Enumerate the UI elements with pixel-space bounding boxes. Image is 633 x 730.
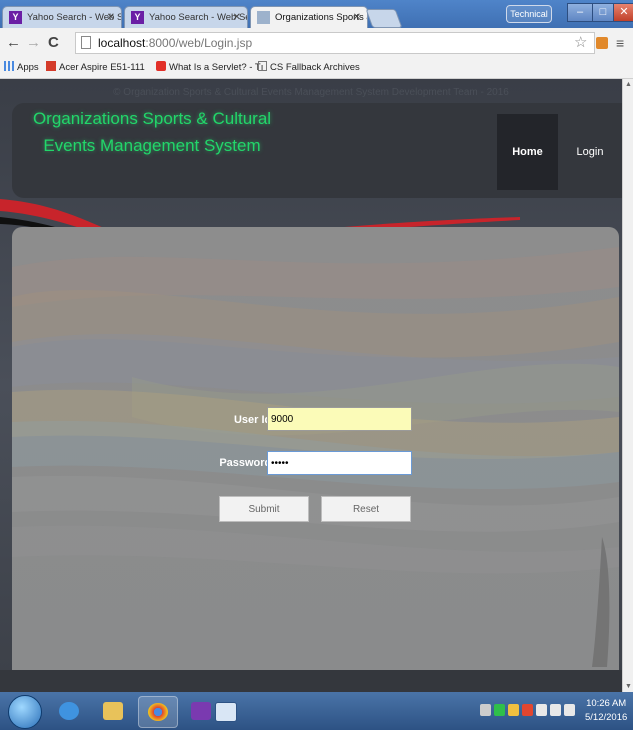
bookmark-cs-fallback[interactable]: CS Fallback Archives [258, 61, 360, 73]
submit-button[interactable]: Submit [219, 496, 309, 522]
footer-text: © Organization Sports & Cultural Events … [113, 87, 509, 98]
tray-icon[interactable] [522, 704, 533, 716]
browser-tab-strip: Y Yahoo Search - Web Sear ✕ Y Yahoo Sear… [0, 0, 633, 28]
volume-icon[interactable] [564, 704, 575, 716]
yahoo-icon: Y [131, 11, 144, 24]
internet-explorer-taskbar-icon[interactable] [50, 696, 88, 726]
bookmark-servlet[interactable]: What Is a Servlet? - Tı [156, 61, 263, 73]
background-waves [12, 247, 619, 667]
site-title-line1: Organizations Sports & Cultural [32, 109, 272, 128]
close-window-icon[interactable]: ✕ [613, 3, 633, 22]
page-favicon [257, 11, 270, 24]
extension-icon[interactable] [596, 37, 608, 49]
tab-organizations-sports[interactable]: Organizations Sports & C ✕ [250, 6, 368, 28]
reset-button[interactable]: Reset [321, 496, 411, 522]
sd-icon [46, 61, 56, 71]
back-arrow-icon[interactable]: ← [6, 34, 21, 52]
password-label: Password : [219, 457, 278, 469]
password-input[interactable] [267, 451, 412, 475]
profile-button[interactable]: Technical [506, 5, 552, 23]
clock-time: 10:26 AM [586, 698, 627, 709]
system-clock[interactable]: 10:26 AM 5/12/2016 [585, 697, 627, 725]
page-scrollbar[interactable]: ▲ ▼ [622, 79, 633, 692]
reload-icon[interactable]: C [48, 34, 59, 52]
bookmark-acer-aspire[interactable]: Acer Aspire E51-111 [46, 61, 145, 73]
address-url: localhost:8000/web/Login.jsp [98, 36, 253, 50]
bookmark-star-icon[interactable]: ☆ [574, 33, 587, 51]
login-panel [12, 227, 619, 670]
bookmarks-bar: Apps Acer Aspire E51-111 What Is a Servl… [0, 58, 633, 79]
tray-icon[interactable] [508, 704, 519, 716]
user-id-input[interactable] [267, 407, 412, 431]
close-tab-icon[interactable]: ✕ [353, 7, 361, 28]
nav-home-link[interactable]: Home [497, 114, 558, 190]
scroll-up-icon[interactable]: ▲ [625, 81, 632, 88]
page-viewport: Organizations Sports & Cultural Events M… [0, 79, 622, 692]
start-button[interactable] [8, 695, 42, 729]
bookmark-apps[interactable]: Apps [4, 61, 39, 73]
oracle-icon [156, 61, 166, 71]
apps-grid-icon [4, 61, 14, 71]
maximize-icon[interactable]: □ [592, 3, 614, 22]
yahoo-icon: Y [9, 11, 22, 24]
chrome-menu-icon[interactable]: ≡ [616, 35, 624, 51]
site-title: Organizations Sports & Cultural Events M… [22, 105, 282, 159]
tray-check-icon[interactable] [494, 704, 505, 716]
minimize-icon[interactable]: – [567, 3, 593, 22]
close-tab-icon[interactable]: ✕ [233, 7, 241, 28]
page-icon [258, 61, 267, 71]
flag-icon[interactable] [550, 704, 561, 716]
forward-arrow-icon[interactable]: → [26, 34, 41, 52]
scroll-down-icon[interactable]: ▼ [625, 683, 632, 690]
page-icon [81, 36, 91, 49]
site-title-line2: Events Management System [43, 136, 261, 155]
new-tab-button[interactable] [365, 9, 403, 28]
network-icon[interactable] [536, 704, 547, 716]
tray-icon[interactable] [480, 704, 491, 716]
user-id-label: User Id : [233, 414, 278, 426]
address-bar[interactable]: localhost:8000/web/Login.jsp [75, 32, 595, 54]
tab-yahoo-search-2[interactable]: Y Yahoo Search - Web Sear ✕ [124, 6, 248, 28]
clock-date: 5/12/2016 [585, 712, 628, 723]
tab-yahoo-search-1[interactable]: Y Yahoo Search - Web Sear ✕ [2, 6, 122, 28]
nav-login-link[interactable]: Login [566, 114, 614, 190]
file-explorer-taskbar-icon[interactable] [94, 696, 132, 726]
browser-toolbar: ← → C localhost:8000/web/Login.jsp ☆ ≡ [0, 28, 633, 58]
notes-taskbar-icon[interactable] [206, 696, 244, 726]
close-tab-icon[interactable]: ✕ [107, 7, 115, 28]
site-footer [0, 670, 622, 692]
windows-taskbar: 10:26 AM 5/12/2016 [0, 692, 633, 730]
chrome-taskbar-icon[interactable] [138, 696, 178, 728]
